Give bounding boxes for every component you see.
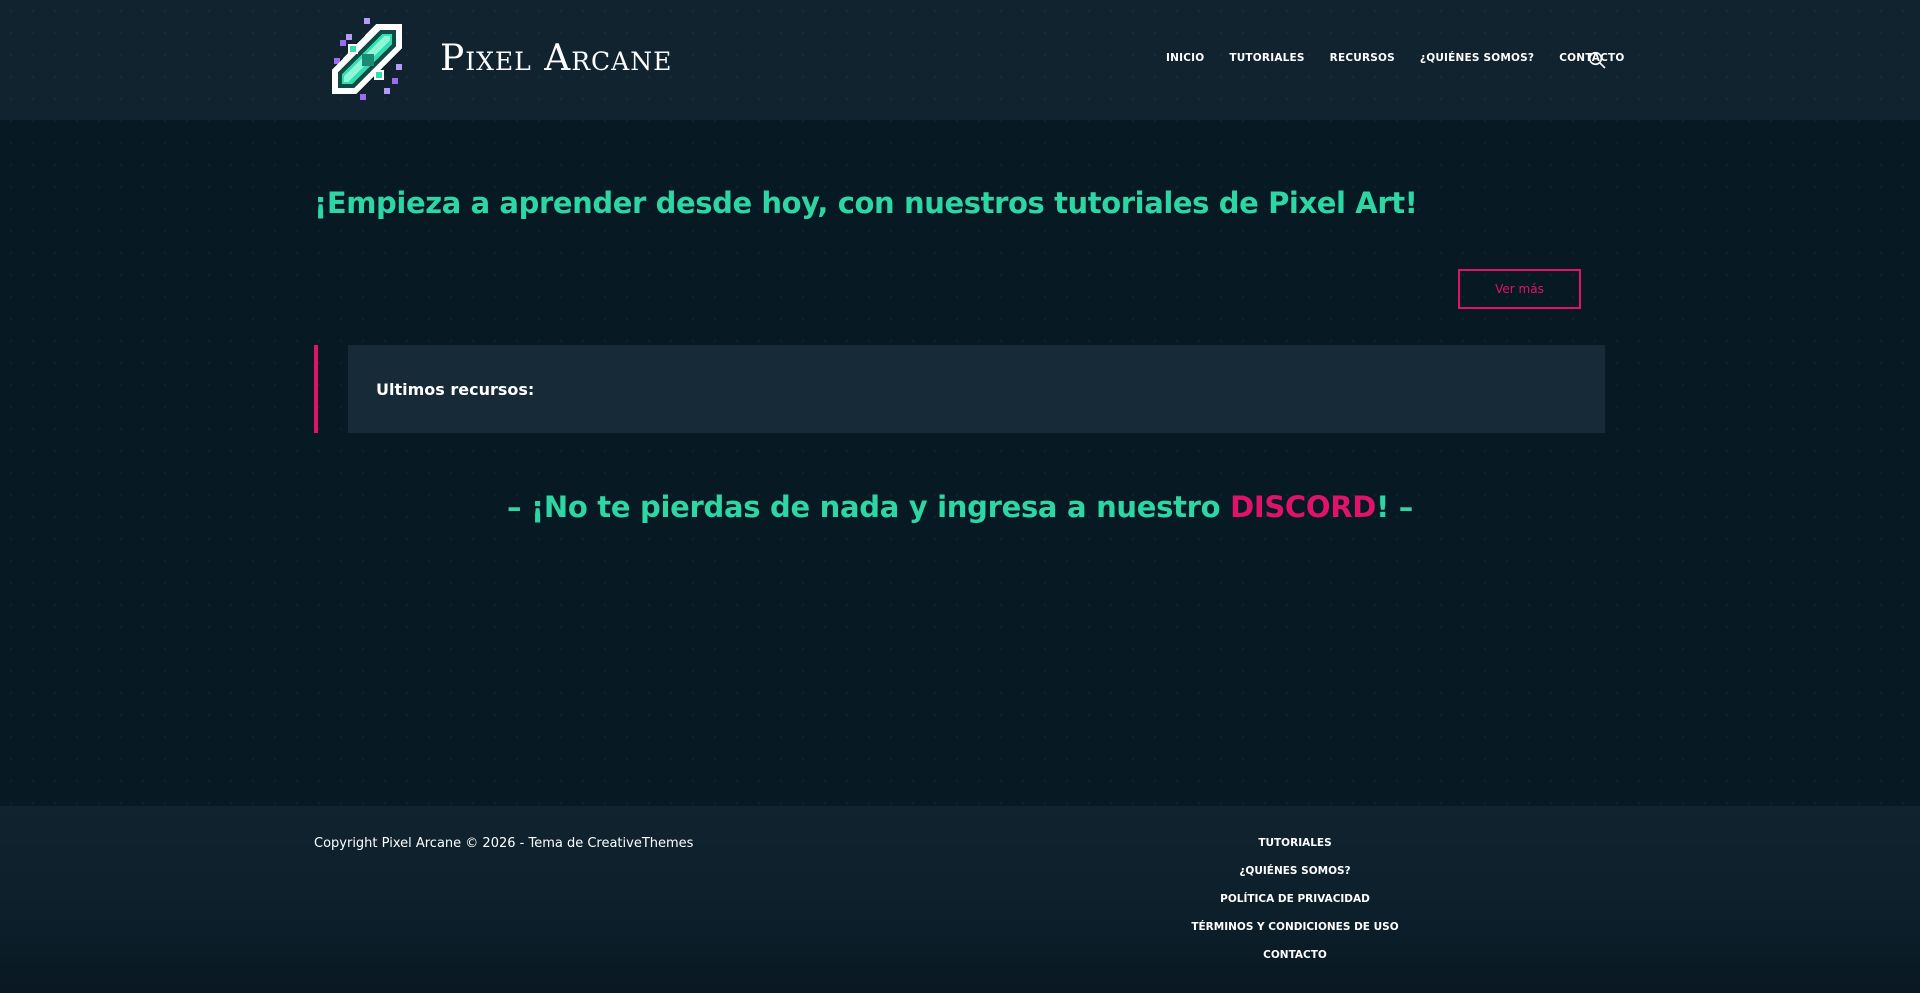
nav-item-recursos[interactable]: RECURSOS (1330, 52, 1395, 64)
ver-mas-button[interactable]: Ver más (1458, 269, 1581, 309)
nav-item-inicio[interactable]: INICIO (1166, 52, 1204, 64)
latest-resources-label: Ultimos recursos: (376, 380, 535, 399)
discord-callout-suffix: ! – (1376, 490, 1413, 524)
discord-link[interactable]: DISCORD (1230, 490, 1376, 524)
nav-item-tutoriales[interactable]: TUTORIALES (1229, 52, 1304, 64)
hero-title: ¡Empieza a aprender desde hoy, con nuest… (314, 186, 1418, 220)
resources-accent-bar (314, 345, 318, 433)
main-nav: INICIO TUTORIALES RECURSOS ¿QUIÉNES SOMO… (1166, 52, 1650, 64)
footer-link-privacidad[interactable]: POLÍTICA DE PRIVACIDAD (1150, 892, 1440, 906)
search-icon[interactable] (1588, 51, 1606, 69)
footer-link-contacto[interactable]: CONTACTO (1150, 948, 1440, 962)
site-footer: Copyright Pixel Arcane © 2026 - Tema de … (0, 806, 1920, 993)
copyright-text: Copyright Pixel Arcane © 2026 - Tema de … (314, 836, 694, 851)
pixel-crystal-logo-icon[interactable] (326, 18, 412, 106)
site-title[interactable]: Pixel Arcane (440, 38, 672, 79)
discord-callout-prefix: – ¡No te pierdas de nada y ingresa a nue… (507, 490, 1231, 524)
footer-link-tutoriales[interactable]: TUTORIALES (1150, 836, 1440, 850)
nav-item-quienes-somos[interactable]: ¿QUIÉNES SOMOS? (1420, 52, 1534, 64)
discord-callout: – ¡No te pierdas de nada y ingresa a nue… (0, 490, 1920, 524)
footer-links: TUTORIALES ¿QUIÉNES SOMOS? POLÍTICA DE P… (1150, 836, 1440, 976)
site-header: Pixel Arcane INICIO TUTORIALES RECURSOS … (0, 0, 1920, 120)
latest-resources-panel: Ultimos recursos: (348, 345, 1605, 433)
footer-link-terminos[interactable]: TÉRMINOS Y CONDICIONES DE USO (1150, 920, 1440, 934)
footer-link-quienes-somos[interactable]: ¿QUIÉNES SOMOS? (1150, 864, 1440, 878)
